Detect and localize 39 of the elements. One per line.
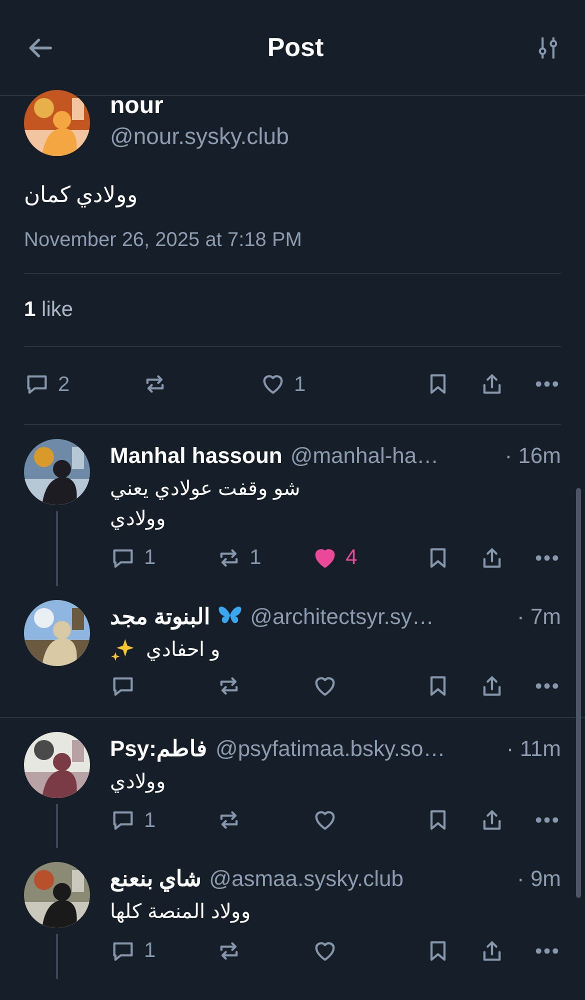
reply-button[interactable]: 2 xyxy=(24,368,142,400)
like-count: 1 like xyxy=(24,298,74,321)
author-handle: @nour.sysky.club xyxy=(110,122,289,151)
author-handle: @asmaa.sysky.club xyxy=(209,865,404,893)
more-button[interactable] xyxy=(533,381,561,388)
author-handle: @architectsyr.sy… xyxy=(250,602,434,631)
reply-text: و احفادي xyxy=(146,638,221,663)
more-icon xyxy=(533,817,561,824)
author-handle: @manhal-ha… xyxy=(290,442,439,470)
author-handle: @psyfatimaa.bsky.so… xyxy=(215,734,446,763)
repost-button[interactable]: 1 xyxy=(216,542,312,574)
author-name: Manhal hassoun xyxy=(110,442,282,470)
reply-text: وولاد المنصة كلها xyxy=(110,900,252,925)
more-icon xyxy=(533,948,561,954)
more-button[interactable] xyxy=(533,948,561,954)
more-icon xyxy=(533,554,561,561)
reply-button[interactable]: 1 xyxy=(110,804,216,836)
more-icon xyxy=(533,682,561,688)
page-title: Post xyxy=(267,31,324,64)
more-button[interactable] xyxy=(533,554,561,561)
author-name: nour xyxy=(110,92,164,119)
post-time: · 11m xyxy=(506,734,561,762)
like-button[interactable]: 1 xyxy=(260,368,400,400)
post-time: · 7m xyxy=(517,602,561,630)
reply-text: شو وقفت عولادي يعني وولادي xyxy=(110,477,301,532)
like-button[interactable]: 4 xyxy=(312,542,425,574)
more-icon xyxy=(533,381,561,388)
more-button[interactable] xyxy=(533,682,561,688)
post-text: وولادي كمان xyxy=(24,181,140,210)
reply-button[interactable]: 1 xyxy=(110,935,216,966)
more-button[interactable] xyxy=(533,817,561,824)
reply-button[interactable]: 1 xyxy=(110,542,216,574)
reply-text: وولادي xyxy=(110,770,166,795)
post-time: · 9m xyxy=(517,865,561,893)
author-name: شاي بنعنع xyxy=(110,865,202,894)
author-name: Psy:فاطم xyxy=(110,734,208,764)
post-time: · 16m xyxy=(504,442,561,470)
author-name: البنوتة مجد xyxy=(110,602,210,632)
post-timestamp: November 26, 2025 at 7:18 PM xyxy=(24,225,561,274)
